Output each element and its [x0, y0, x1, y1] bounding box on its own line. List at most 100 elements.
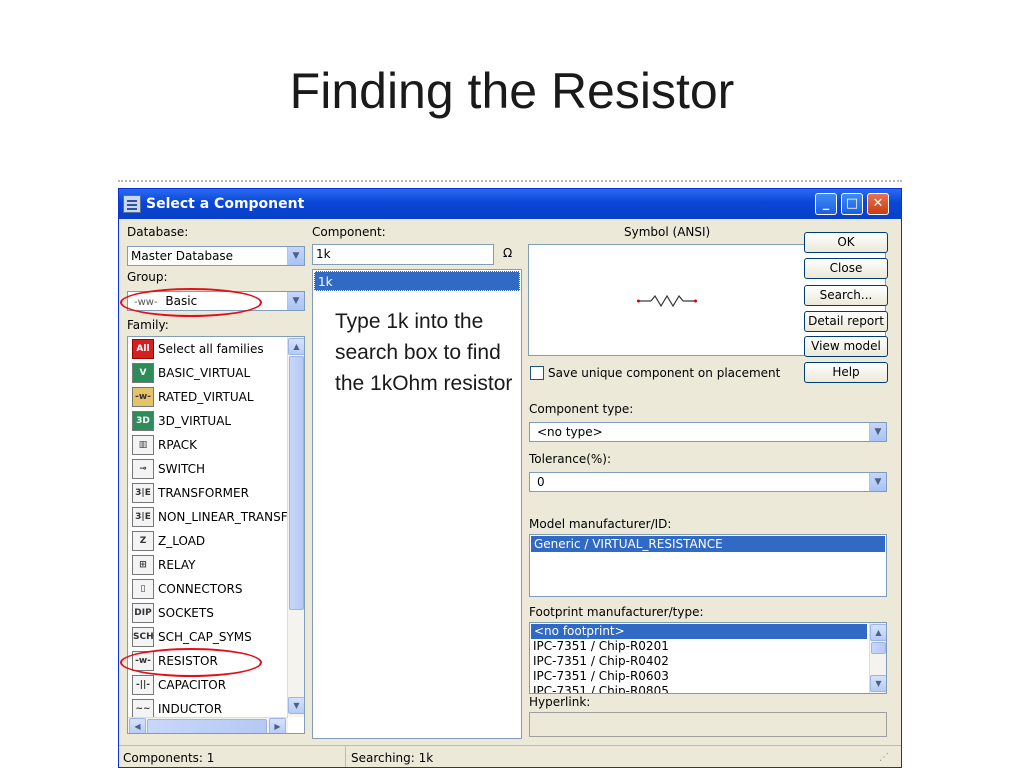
family-item-label: RPACK: [158, 438, 198, 452]
family-item-rated-virtual[interactable]: -w- RATED_VIRTUAL: [132, 385, 254, 409]
rated-virtual-icon: -w-: [132, 387, 154, 407]
window-title: Select a Component: [146, 196, 305, 212]
scroll-left-icon[interactable]: ◀: [129, 718, 146, 733]
family-item-relay[interactable]: ⊞ RELAY: [132, 553, 196, 577]
scroll-down-icon[interactable]: ▼: [870, 675, 886, 692]
footprint-item[interactable]: IPC-7351 / Chip-R0402: [533, 654, 669, 669]
resize-grip-icon[interactable]: ⋰: [879, 752, 889, 763]
save-unique-label: Save unique component on placement: [548, 366, 781, 380]
component-type-select[interactable]: <no type> ▼: [529, 422, 887, 442]
capacitor-icon: -||-: [132, 675, 154, 695]
footprint-list[interactable]: <no footprint> IPC-7351 / Chip-R0201 IPC…: [529, 622, 887, 694]
family-item-z-load[interactable]: Z Z_LOAD: [132, 529, 205, 553]
model-manufacturer-list[interactable]: Generic / VIRTUAL_RESISTANCE: [529, 534, 887, 597]
view-model-button[interactable]: View model: [804, 336, 888, 357]
family-item-3d-virtual[interactable]: 3D 3D_VIRTUAL: [132, 409, 231, 433]
component-results-list[interactable]: 1k Type 1k into the search box to find t…: [312, 269, 522, 739]
close-window-button[interactable]: ✕: [867, 193, 889, 215]
family-item-basic-virtual[interactable]: V BASIC_VIRTUAL: [132, 361, 250, 385]
window-titlebar[interactable]: Select a Component: [119, 189, 901, 219]
family-item-select-all[interactable]: All Select all families: [132, 337, 264, 361]
hyperlink-field[interactable]: [529, 712, 887, 737]
family-item-sch-cap-syms[interactable]: SCH SCH_CAP_SYMS: [132, 625, 252, 649]
component-label: Component:: [312, 225, 386, 239]
component-type-label: Component type:: [529, 402, 634, 416]
searching-status: Searching: 1k: [351, 751, 434, 765]
scroll-right-icon[interactable]: ▶: [269, 718, 286, 733]
footprint-scrollbar[interactable]: ▲ ▼: [869, 623, 886, 693]
footprint-item[interactable]: <no footprint>: [531, 624, 867, 639]
database-label: Database:: [127, 225, 189, 239]
chevron-down-icon[interactable]: ▼: [287, 247, 304, 265]
family-vertical-scrollbar[interactable]: ▲ ▼: [287, 337, 304, 717]
footprint-label: Footprint manufacturer/type:: [529, 605, 704, 619]
chevron-down-icon[interactable]: ▼: [287, 292, 304, 310]
maximize-button[interactable]: □: [841, 193, 863, 215]
minimize-button[interactable]: _: [815, 193, 837, 215]
close-button[interactable]: Close: [804, 258, 888, 279]
switch-icon: ⊸: [132, 459, 154, 479]
footprint-item[interactable]: IPC-7351 / Chip-R0805: [533, 684, 669, 693]
family-item-label: RELAY: [158, 558, 196, 572]
hyperlink-label: Hyperlink:: [529, 695, 591, 709]
family-item-label: SOCKETS: [158, 606, 214, 620]
chevron-down-icon[interactable]: ▼: [869, 423, 886, 441]
scroll-thumb[interactable]: [289, 356, 304, 610]
dotted-divider: [118, 180, 902, 186]
family-item-switch[interactable]: ⊸ SWITCH: [132, 457, 205, 481]
family-item-label: NON_LINEAR_TRANSF: [158, 510, 288, 524]
instruction-annotation: Type 1k into the search box to find the …: [335, 310, 513, 395]
family-item-label: SCH_CAP_SYMS: [158, 630, 252, 644]
footprint-item[interactable]: IPC-7351 / Chip-R0603: [533, 669, 669, 684]
tolerance-value: 0: [537, 475, 545, 489]
omega-icon: Ω: [503, 246, 513, 260]
connectors-icon: ▯: [132, 579, 154, 599]
scroll-up-icon[interactable]: ▲: [870, 624, 886, 641]
3d-virtual-icon: 3D: [132, 411, 154, 431]
scroll-down-icon[interactable]: ▼: [288, 697, 304, 714]
database-value: Master Database: [131, 249, 234, 263]
slide-title: Finding the Resistor: [289, 63, 735, 119]
family-item-label: INDUCTOR: [158, 702, 223, 716]
scroll-up-icon[interactable]: ▲: [288, 338, 304, 355]
detail-report-button[interactable]: Detail report: [804, 311, 888, 332]
group-highlight-ellipse: [120, 288, 262, 317]
family-item-rpack[interactable]: ▥ RPACK: [132, 433, 197, 457]
inductor-icon: ~~: [132, 699, 154, 719]
footprint-item[interactable]: IPC-7351 / Chip-R0201: [533, 639, 669, 654]
family-item-non-linear-transf[interactable]: 3|E NON_LINEAR_TRANSF: [132, 505, 288, 529]
model-manufacturer-label: Model manufacturer/ID:: [529, 517, 672, 531]
family-item-connectors[interactable]: ▯ CONNECTORS: [132, 577, 242, 601]
family-item-label: Z_LOAD: [158, 534, 206, 548]
family-item-label: RATED_VIRTUAL: [158, 390, 254, 404]
status-divider: [345, 746, 346, 767]
non-linear-transformer-icon: 3|E: [132, 507, 154, 527]
help-button[interactable]: Help: [804, 362, 888, 383]
family-item-transformer[interactable]: 3|E TRANSFORMER: [132, 481, 249, 505]
status-bar: Components: 1 Searching: 1k ⋰: [119, 745, 901, 767]
scroll-thumb[interactable]: [871, 642, 886, 654]
resistor-highlight-ellipse: [120, 648, 262, 677]
scroll-thumb[interactable]: [147, 719, 267, 733]
database-select[interactable]: Master Database ▼: [127, 246, 305, 266]
family-item-label: TRANSFORMER: [158, 486, 249, 500]
z-load-icon: Z: [132, 531, 154, 551]
component-type-value: <no type>: [537, 425, 603, 439]
chevron-down-icon[interactable]: ▼: [869, 473, 886, 491]
family-item-sockets[interactable]: DIP SOCKETS: [132, 601, 214, 625]
save-unique-checkbox[interactable]: [530, 366, 544, 380]
basic-virtual-icon: V: [132, 363, 154, 383]
transformer-icon: 3|E: [132, 483, 154, 503]
component-search-input[interactable]: 1k: [312, 244, 494, 265]
component-result-item[interactable]: 1k: [314, 271, 520, 291]
symbol-label: Symbol (ANSI): [624, 225, 711, 239]
model-item[interactable]: Generic / VIRTUAL_RESISTANCE: [531, 536, 885, 552]
family-item-label: BASIC_VIRTUAL: [158, 366, 251, 380]
tolerance-select[interactable]: 0 ▼: [529, 472, 887, 492]
search-button[interactable]: Search...: [804, 285, 888, 306]
family-label: Family:: [127, 318, 169, 332]
component-search-value: 1k: [316, 247, 331, 261]
family-horizontal-scrollbar[interactable]: ◀ ▶: [128, 717, 288, 733]
ok-button[interactable]: OK: [804, 232, 888, 253]
family-item-label: Select all families: [158, 342, 264, 356]
